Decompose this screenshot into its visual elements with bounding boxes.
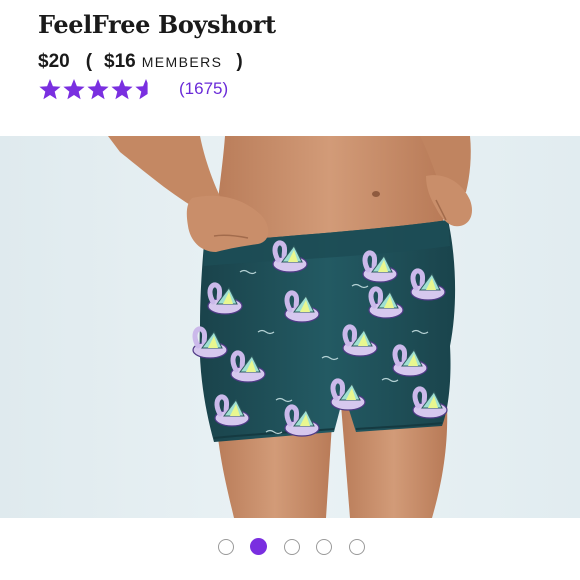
carousel-dot-icon[interactable] xyxy=(349,539,365,555)
member-price-label: MEMBERS xyxy=(141,54,223,70)
product-header: FeelFree Boyshort $20 ( $16 MEMBERS ) (1… xyxy=(0,0,580,136)
product-title: FeelFree Boyshort xyxy=(38,10,276,39)
carousel-dot-active-icon[interactable] xyxy=(250,538,267,555)
member-price: $16 xyxy=(104,51,136,72)
star-icon xyxy=(111,78,133,99)
star-rating xyxy=(38,78,158,101)
product-image[interactable] xyxy=(0,136,580,518)
carousel-dot-icon[interactable] xyxy=(316,539,332,555)
star-half-icon xyxy=(135,78,148,99)
price: $20 xyxy=(38,51,70,72)
star-icon xyxy=(63,78,85,99)
member-price-close-paren: ) xyxy=(236,51,243,72)
review-count[interactable]: (1675) xyxy=(179,79,228,99)
carousel-dot-icon[interactable] xyxy=(218,539,234,555)
product-photo-illustration xyxy=(0,136,580,518)
star-icon xyxy=(87,78,109,99)
carousel-indicators xyxy=(0,518,580,580)
price-row: $20 ( $16 MEMBERS ) xyxy=(38,51,243,75)
member-price-open-paren: ( xyxy=(85,51,93,72)
star-icon xyxy=(39,78,61,99)
rating-row[interactable]: (1675) xyxy=(38,77,228,101)
carousel-dot-icon[interactable] xyxy=(284,539,300,555)
